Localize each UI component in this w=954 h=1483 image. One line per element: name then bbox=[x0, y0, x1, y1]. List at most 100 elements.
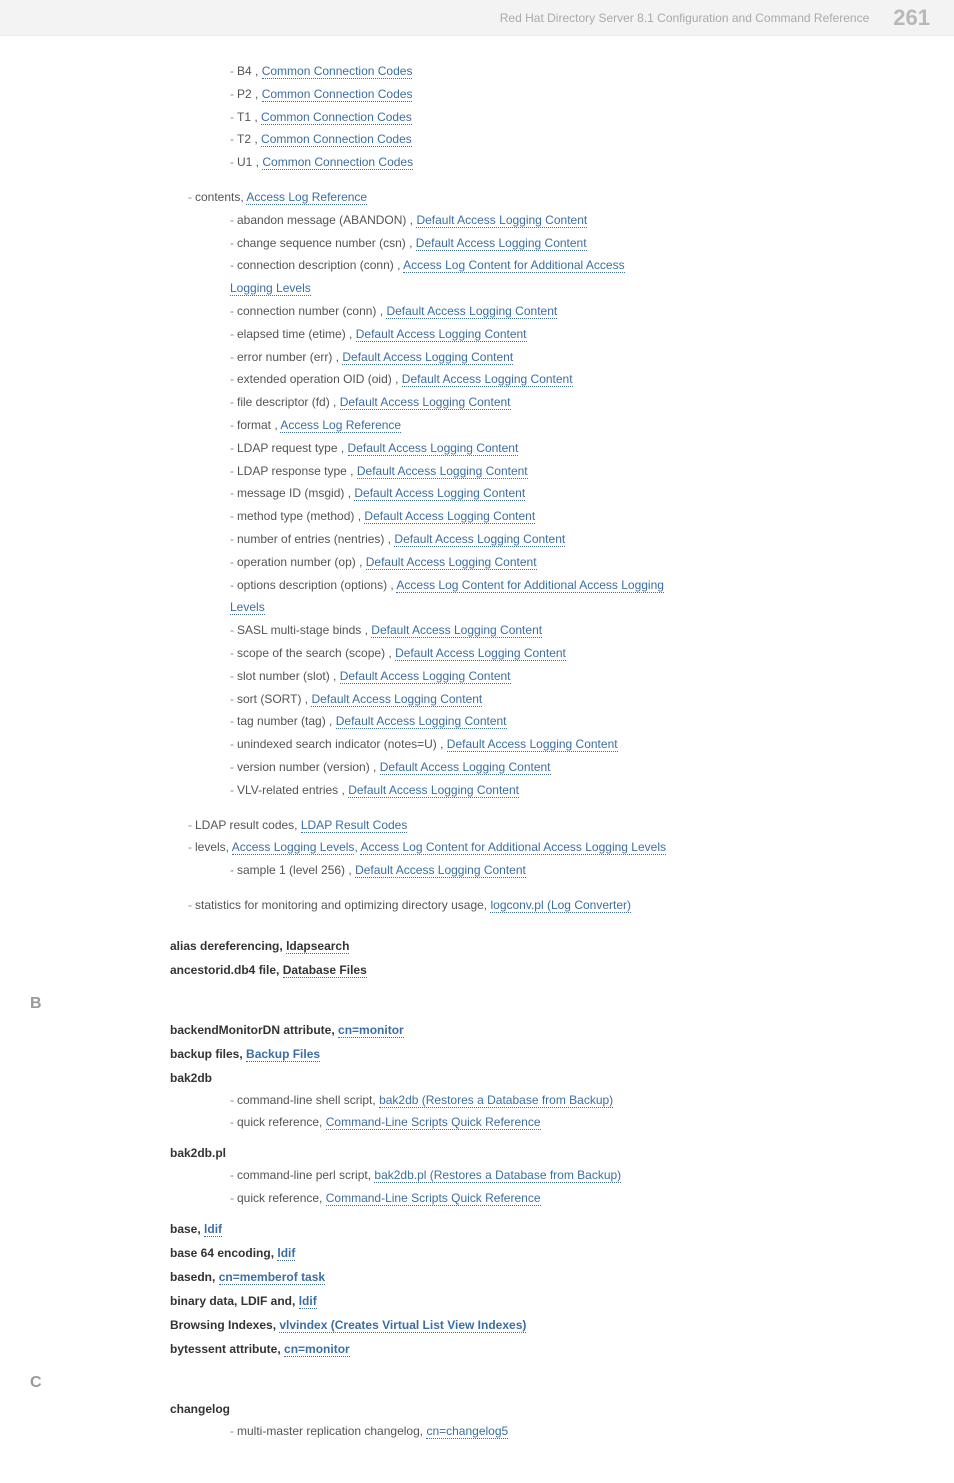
index-entry: -file descriptor (fd) , Default Access L… bbox=[170, 391, 914, 414]
link-logconv[interactable]: logconv.pl (Log Converter) bbox=[490, 898, 631, 913]
link-topic[interactable]: Default Access Logging Content bbox=[386, 304, 557, 319]
index-entry: -B4 , Common Connection Codes bbox=[170, 60, 914, 83]
link-topic-cont[interactable]: Logging Levels bbox=[230, 281, 311, 296]
index-entry: -P2 , Common Connection Codes bbox=[170, 83, 914, 106]
link-ldif[interactable]: ldif bbox=[299, 1294, 317, 1309]
link-topic[interactable]: Default Access Logging Content bbox=[402, 372, 573, 387]
index-entry: -connection number (conn) , Default Acce… bbox=[170, 300, 914, 323]
index-term: changelog bbox=[170, 1402, 914, 1416]
link-topic[interactable]: Default Access Logging Content bbox=[356, 327, 527, 342]
index-term: alias dereferencing, ldapsearch bbox=[170, 939, 914, 953]
index-entry: -method type (method) , Default Access L… bbox=[170, 505, 914, 528]
link-cn-changelog5[interactable]: cn=changelog5 bbox=[426, 1424, 508, 1439]
index-entry-cont: Logging Levels bbox=[170, 277, 914, 300]
index-entry: -levels, Access Logging Levels, Access L… bbox=[170, 836, 914, 859]
link-cmdline-quick-ref[interactable]: Command-Line Scripts Quick Reference bbox=[326, 1191, 541, 1206]
link-ldif[interactable]: ldif bbox=[277, 1246, 295, 1261]
section-letter-c: C bbox=[30, 1374, 914, 1392]
index-entry-cont: Levels bbox=[170, 596, 914, 619]
link-topic[interactable]: Default Access Logging Content bbox=[447, 737, 618, 752]
link-common-connection-codes[interactable]: Common Connection Codes bbox=[262, 64, 413, 79]
index-term: base, ldif bbox=[170, 1222, 914, 1236]
link-topic[interactable]: Access Log Reference bbox=[280, 418, 401, 433]
index-entry: -change sequence number (csn) , Default … bbox=[170, 232, 914, 255]
link-cn-monitor[interactable]: cn=monitor bbox=[284, 1342, 350, 1357]
link-topic[interactable]: Default Access Logging Content bbox=[371, 623, 542, 638]
link-backup-files[interactable]: Backup Files bbox=[246, 1047, 320, 1062]
link-default-access-logging-content[interactable]: Default Access Logging Content bbox=[355, 863, 526, 878]
index-term: ancestorid.db4 file, Database Files bbox=[170, 963, 914, 977]
link-topic[interactable]: Default Access Logging Content bbox=[364, 509, 535, 524]
index-entry: -elapsed time (etime) , Default Access L… bbox=[170, 323, 914, 346]
link-common-connection-codes[interactable]: Common Connection Codes bbox=[261, 110, 412, 125]
section-letter-b: B bbox=[30, 995, 914, 1013]
index-term: binary data, LDIF and, ldif bbox=[170, 1294, 914, 1308]
link-topic[interactable]: Default Access Logging Content bbox=[416, 213, 587, 228]
index-entry: -LDAP result codes, LDAP Result Codes bbox=[170, 814, 914, 837]
link-topic[interactable]: Access Log Content for Additional Access bbox=[403, 258, 624, 273]
index-entry: -SASL multi-stage binds , Default Access… bbox=[170, 619, 914, 642]
link-vlvindex[interactable]: vlvindex (Creates Virtual List View Inde… bbox=[279, 1318, 526, 1333]
link-ldif[interactable]: ldif bbox=[204, 1222, 222, 1237]
link-bak2dbpl-script[interactable]: bak2db.pl (Restores a Database from Back… bbox=[374, 1168, 621, 1183]
link-topic[interactable]: Default Access Logging Content bbox=[342, 350, 513, 365]
link-topic[interactable]: Default Access Logging Content bbox=[416, 236, 587, 251]
link-cn-monitor[interactable]: cn=monitor bbox=[338, 1023, 404, 1038]
index-term: base 64 encoding, ldif bbox=[170, 1246, 914, 1260]
index-term: bytessent attribute, cn=monitor bbox=[170, 1342, 914, 1356]
link-topic[interactable]: Default Access Logging Content bbox=[395, 646, 566, 661]
index-entry: -quick reference, Command-Line Scripts Q… bbox=[230, 1187, 914, 1210]
link-topic[interactable]: Default Access Logging Content bbox=[348, 783, 519, 798]
link-topic[interactable]: Default Access Logging Content bbox=[311, 692, 482, 707]
link-topic[interactable]: Default Access Logging Content bbox=[380, 760, 551, 775]
link-ldapsearch[interactable]: ldapsearch bbox=[286, 939, 349, 954]
index-entry: -unindexed search indicator (notes=U) , … bbox=[170, 733, 914, 756]
index-entry: -multi-master replication changelog, cn=… bbox=[230, 1420, 914, 1443]
index-entry: -quick reference, Command-Line Scripts Q… bbox=[230, 1111, 914, 1134]
index-term: basedn, cn=memberof task bbox=[170, 1270, 914, 1284]
link-topic-cont[interactable]: Levels bbox=[230, 600, 265, 615]
link-ldap-result-codes[interactable]: LDAP Result Codes bbox=[301, 818, 408, 833]
link-topic[interactable]: Default Access Logging Content bbox=[336, 714, 507, 729]
link-access-log-additional-levels[interactable]: Access Log Content for Additional Access… bbox=[360, 840, 666, 855]
index-entry: -abandon message (ABANDON) , Default Acc… bbox=[170, 209, 914, 232]
link-topic[interactable]: Default Access Logging Content bbox=[394, 532, 565, 547]
index-entry: -options description (options) , Access … bbox=[170, 574, 914, 597]
link-access-log-reference[interactable]: Access Log Reference bbox=[246, 190, 367, 205]
index-content: -B4 , Common Connection Codes -P2 , Comm… bbox=[0, 36, 954, 1483]
link-topic[interactable]: Default Access Logging Content bbox=[348, 441, 519, 456]
link-topic[interactable]: Default Access Logging Content bbox=[340, 669, 511, 684]
link-cn-memberof[interactable]: cn=memberof task bbox=[219, 1270, 325, 1285]
link-topic[interactable]: Default Access Logging Content bbox=[340, 395, 511, 410]
doc-title: Red Hat Directory Server 8.1 Configurati… bbox=[500, 11, 870, 25]
index-entry: -operation number (op) , Default Access … bbox=[170, 551, 914, 574]
index-entry: -LDAP request type , Default Access Logg… bbox=[170, 437, 914, 460]
index-entry: -sample 1 (level 256) , Default Access L… bbox=[170, 859, 914, 882]
link-topic[interactable]: Default Access Logging Content bbox=[354, 486, 525, 501]
link-topic[interactable]: Access Log Content for Additional Access… bbox=[396, 578, 664, 593]
link-common-connection-codes[interactable]: Common Connection Codes bbox=[261, 132, 412, 147]
link-access-logging-levels[interactable]: Access Logging Levels bbox=[232, 840, 355, 855]
index-entry: -number of entries (nentries) , Default … bbox=[170, 528, 914, 551]
page-number: 261 bbox=[893, 5, 930, 31]
index-entry: -extended operation OID (oid) , Default … bbox=[170, 368, 914, 391]
link-topic[interactable]: Default Access Logging Content bbox=[366, 555, 537, 570]
link-cmdline-quick-ref[interactable]: Command-Line Scripts Quick Reference bbox=[326, 1115, 541, 1130]
index-entry: -command-line shell script, bak2db (Rest… bbox=[230, 1089, 914, 1112]
index-entry: -scope of the search (scope) , Default A… bbox=[170, 642, 914, 665]
link-bak2db-script[interactable]: bak2db (Restores a Database from Backup) bbox=[379, 1093, 613, 1108]
index-entry: -tag number (tag) , Default Access Loggi… bbox=[170, 710, 914, 733]
link-common-connection-codes[interactable]: Common Connection Codes bbox=[262, 87, 413, 102]
link-common-connection-codes[interactable]: Common Connection Codes bbox=[262, 155, 413, 170]
index-entry: -format , Access Log Reference bbox=[170, 414, 914, 437]
index-entry: -LDAP response type , Default Access Log… bbox=[170, 460, 914, 483]
index-entry: -contents, Access Log Reference bbox=[170, 186, 914, 209]
index-term: backup files, Backup Files bbox=[170, 1047, 914, 1061]
index-entry: -command-line perl script, bak2db.pl (Re… bbox=[230, 1164, 914, 1187]
page-header: Red Hat Directory Server 8.1 Configurati… bbox=[0, 0, 954, 36]
index-entry: -message ID (msgid) , Default Access Log… bbox=[170, 482, 914, 505]
index-entry: -sort (SORT) , Default Access Logging Co… bbox=[170, 688, 914, 711]
link-database-files[interactable]: Database Files bbox=[283, 963, 367, 978]
index-term: bak2db bbox=[170, 1071, 914, 1085]
link-topic[interactable]: Default Access Logging Content bbox=[357, 464, 528, 479]
